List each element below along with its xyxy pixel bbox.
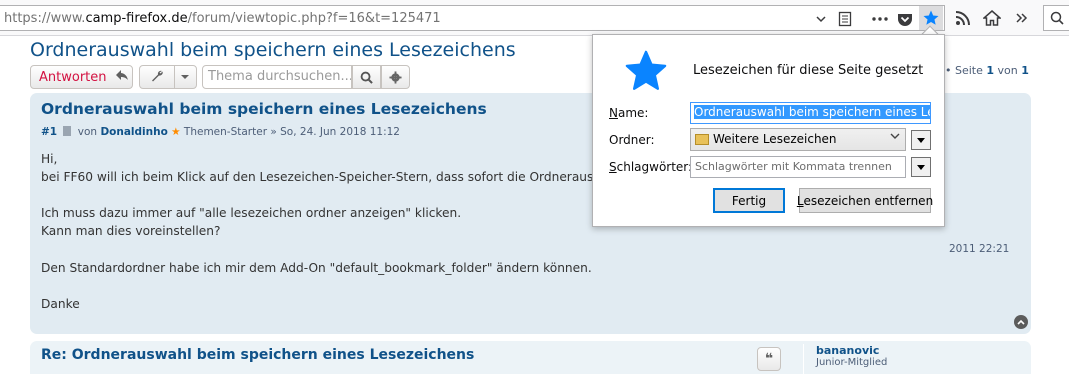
reply-label: Antworten (39, 69, 107, 85)
rss-icon[interactable] (952, 7, 974, 29)
post-role: Themen-Starter (183, 126, 268, 138)
folder-icon (695, 134, 709, 145)
post-author-block: bananovic Junior-Mitglied (803, 344, 887, 374)
url-prefix: https://www. (4, 11, 86, 26)
url-text[interactable]: https://www.camp-firefox.de/forum/viewto… (4, 11, 441, 26)
bookmark-star-icon (623, 49, 669, 96)
cog-icon (389, 70, 402, 84)
name-label: Name: (609, 106, 649, 120)
pagination-of: von (997, 64, 1018, 77)
overflow-icon[interactable] (1011, 7, 1033, 29)
reader-view-icon[interactable] (836, 10, 854, 28)
post-author[interactable]: bananovic (816, 344, 887, 357)
expand-icon (917, 137, 925, 143)
home-icon[interactable] (981, 7, 1003, 29)
folder-select[interactable]: Weitere Lesezeichen (690, 128, 906, 151)
post-number[interactable]: #1 (41, 126, 57, 138)
topic-search-input[interactable]: Thema durchsuchen... (202, 65, 352, 89)
chevron-down-icon[interactable] (812, 10, 830, 28)
post-meta: #1 von Donaldinho ★ Themen-Starter » So,… (41, 126, 400, 138)
post-title[interactable]: Ordnerauswahl beim speichern eines Lesez… (41, 100, 487, 118)
post-body: Hi, bei FF60 will ich beim Klick auf den… (41, 152, 619, 311)
bookmark-name-input[interactable]: Ordnerauswahl beim speichern eines Lesez… (690, 102, 931, 124)
bookmark-panel: Lesezeichen für diese Seite gesetzt Name… (592, 34, 945, 227)
search-bar[interactable] (1043, 5, 1069, 31)
chevron-down-icon (890, 132, 900, 143)
topic-search-button[interactable] (352, 65, 381, 89)
author-join-date: 2011 22:21 (949, 243, 1010, 255)
post: Re: Ordnerauswahl beim speichern eines L… (30, 341, 1031, 374)
reply-button[interactable]: Antworten (30, 65, 133, 89)
tags-input[interactable]: Schlagwörter mit Kommata trennen (690, 156, 906, 178)
pagination-prefix: • Seite (945, 64, 983, 77)
folder-tree-expander[interactable] (911, 130, 931, 150)
expand-icon (917, 164, 925, 170)
search-icon (1048, 9, 1066, 27)
tags-label: Schlagwörter: (609, 160, 693, 174)
starter-star-icon: ★ (171, 126, 181, 138)
post-title[interactable]: Re: Ordnerauswahl beim speichern eines L… (41, 347, 474, 363)
post-author-rank: Junior-Mitglied (816, 357, 888, 368)
browser-toolbar: https://www.camp-firefox.de/forum/viewto… (0, 0, 1069, 36)
pagination: • Seite 1 von 1 (945, 64, 1029, 77)
url-host: camp-firefox.de (85, 11, 188, 26)
topic-title[interactable]: Ordnerauswahl beim speichern eines Lesez… (30, 39, 516, 61)
reply-arrow-icon (115, 69, 129, 85)
folder-label: Ordner: (609, 133, 655, 147)
post-date: » So, 24. Jun 2018 11:12 (270, 126, 400, 138)
wrench-icon (150, 69, 164, 86)
advanced-search-button[interactable] (381, 65, 410, 89)
page-actions-icon[interactable] (871, 10, 889, 28)
folder-value: Weitere Lesezeichen (713, 132, 837, 146)
pagination-current: 1 (986, 64, 995, 77)
magnifier-icon (360, 71, 373, 84)
post-by: von (77, 126, 98, 138)
url-path: /forum/viewtopic.php?f=16&t=125471 (187, 11, 441, 26)
url-bar[interactable]: https://www.camp-firefox.de/forum/viewto… (0, 5, 945, 31)
remove-bookmark-button[interactable]: Lesezeichen entfernen (797, 188, 933, 213)
post-author[interactable]: Donaldinho (100, 126, 167, 138)
topic-tools-button[interactable] (139, 65, 197, 89)
bookmark-star-icon (923, 10, 939, 25)
quote-icon: ❝ (764, 351, 774, 367)
bookmark-name-value: Ordnerauswahl beim speichern eines Lesez… (694, 105, 930, 119)
done-button[interactable]: Fertig (713, 188, 785, 213)
quote-button[interactable]: ❝ (757, 347, 781, 371)
caret-down-icon (180, 70, 190, 84)
post-file-icon (63, 126, 72, 136)
panel-heading: Lesezeichen für diese Seite gesetzt (693, 63, 924, 78)
pocket-icon[interactable] (896, 10, 914, 28)
back-to-top-icon[interactable] (1014, 315, 1028, 329)
pagination-total[interactable]: 1 (1021, 64, 1029, 77)
tags-expander[interactable] (911, 157, 931, 177)
